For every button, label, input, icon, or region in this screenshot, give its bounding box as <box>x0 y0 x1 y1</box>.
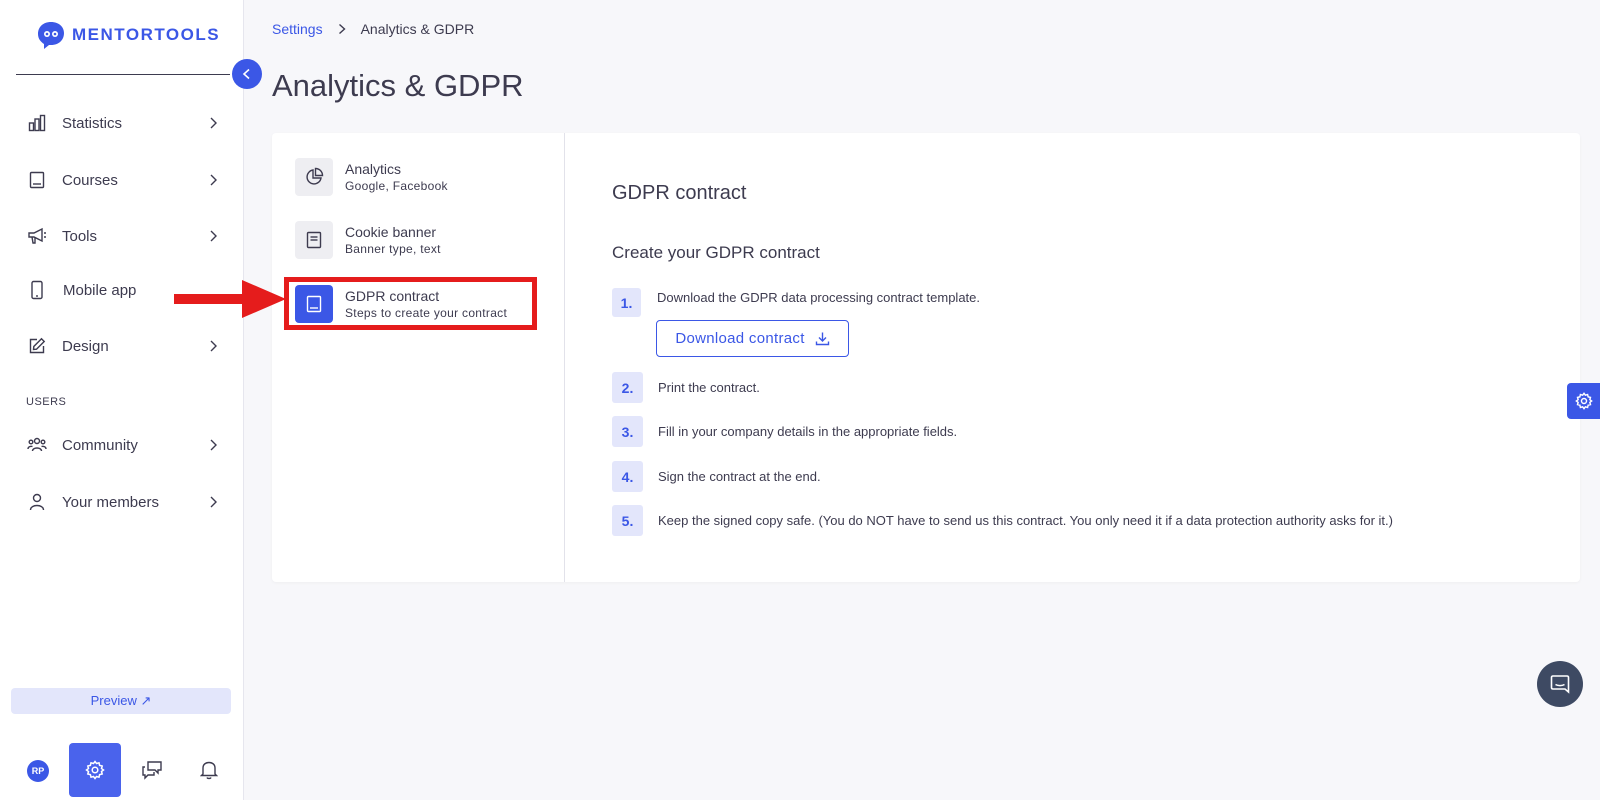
users-section-label: USERS <box>26 396 67 408</box>
sidebar-item-label: Community <box>62 436 138 454</box>
download-contract-button[interactable]: Download contract <box>656 320 849 357</box>
settings-menu <box>272 133 565 582</box>
step-item: 4. Sign the contract at the end. <box>612 461 821 492</box>
sidebar-item-courses[interactable]: Courses <box>26 165 220 195</box>
floating-settings-button[interactable] <box>1567 383 1600 419</box>
page-title: Analytics & GDPR <box>272 68 524 103</box>
sidebar-bottom-bar: RP <box>0 742 244 798</box>
pencil-edit-icon <box>26 335 48 357</box>
notifications-button[interactable] <box>197 758 221 782</box>
gear-icon <box>85 760 105 780</box>
mobile-icon <box>26 279 48 301</box>
breadcrumb-settings-link[interactable]: Settings <box>272 21 323 37</box>
step-item: 1. Download the GDPR data processing con… <box>612 288 980 317</box>
step-item: 2. Print the contract. <box>612 372 760 403</box>
megaphone-icon <box>26 225 48 247</box>
sidebar-item-community[interactable]: Community <box>26 430 220 460</box>
menu-item-title: Cookie banner <box>345 224 437 240</box>
sidebar-item-design[interactable]: Design <box>26 331 220 361</box>
user-icon <box>26 491 48 513</box>
step-number: 4. <box>612 461 643 492</box>
breadcrumb-current: Analytics & GDPR <box>360 21 475 37</box>
menu-item-cookie-banner[interactable]: Cookie banner Banner type, text <box>295 219 545 261</box>
step-text: Sign the contract at the end. <box>658 469 821 484</box>
chevron-right-icon <box>210 496 217 508</box>
download-icon <box>815 332 829 346</box>
logo-text: MENTORTOOLS <box>72 25 221 44</box>
step-number: 2. <box>612 372 643 403</box>
step-text: Download the GDPR data processing contra… <box>657 290 981 305</box>
community-icon <box>26 434 48 456</box>
document-icon <box>295 221 333 259</box>
chevron-right-icon <box>338 23 346 35</box>
chevron-right-icon <box>210 117 217 129</box>
sidebar-item-your-members[interactable]: Your members <box>26 487 220 517</box>
menu-item-title: Analytics <box>345 161 402 177</box>
sidebar-item-label: Design <box>62 337 109 355</box>
sidebar-item-statistics[interactable]: Statistics <box>26 108 220 138</box>
book-icon <box>26 169 48 191</box>
menu-item-title: GDPR contract <box>345 288 440 304</box>
step-number: 1. <box>612 288 641 317</box>
chat-launcher-button[interactable] <box>1537 661 1583 707</box>
step-item: 3. Fill in your company details in the a… <box>612 416 957 447</box>
settings-button[interactable] <box>69 743 121 797</box>
sidebar-item-label: Courses <box>62 171 118 189</box>
step-number: 3. <box>612 416 643 447</box>
menu-item-analytics[interactable]: Analytics Google, Facebook <box>295 156 545 198</box>
sidebar-item-tools[interactable]: Tools <box>26 221 220 251</box>
step-number: 5. <box>612 505 643 536</box>
step-text: Fill in your company details in the appr… <box>658 424 958 439</box>
bell-icon <box>200 761 218 780</box>
chat-bubbles-icon <box>142 761 162 780</box>
gdpr-title: GDPR contract <box>612 182 747 204</box>
sidebar: MENTORTOOLS Statistics Courses Tools Mob… <box>0 0 244 800</box>
collapse-sidebar-button[interactable] <box>232 59 262 89</box>
book-icon <box>295 285 333 323</box>
chevron-right-icon <box>210 174 217 186</box>
download-contract-label: Download contract <box>675 330 805 347</box>
step-item: 5. Keep the signed copy safe. (You do NO… <box>612 505 1393 536</box>
sidebar-item-label: Statistics <box>62 114 123 132</box>
menu-item-gdpr-contract[interactable]: GDPR contract Steps to create your contr… <box>295 283 545 325</box>
annotation-arrow-icon <box>174 280 286 318</box>
gdpr-subtitle: Create your GDPR contract <box>612 243 820 262</box>
gear-icon <box>1574 392 1593 410</box>
chat-icon <box>1550 675 1570 694</box>
menu-item-subtitle: Steps to create your contract <box>345 306 508 320</box>
menu-item-subtitle: Banner type, text <box>345 242 441 256</box>
divider <box>16 74 230 75</box>
chevron-left-icon <box>242 68 250 80</box>
messages-button[interactable] <box>140 758 164 782</box>
chevron-right-icon <box>210 340 217 352</box>
sidebar-item-label: Tools <box>62 227 98 245</box>
pie-chart-icon <box>295 158 333 196</box>
chevron-right-icon <box>210 439 217 451</box>
avatar[interactable]: RP <box>27 760 49 782</box>
breadcrumb: Settings Analytics & GDPR <box>272 21 474 37</box>
bar-chart-icon <box>26 112 48 134</box>
menu-item-subtitle: Google, Facebook <box>345 179 448 193</box>
preview-button[interactable]: Preview ↗ <box>11 688 231 714</box>
step-text: Print the contract. <box>658 380 760 395</box>
step-text: Keep the signed copy safe. (You do NOT h… <box>658 513 1393 528</box>
chevron-right-icon <box>210 230 217 242</box>
logo[interactable]: MENTORTOOLS <box>36 20 220 50</box>
mentortools-logo-icon <box>38 22 64 49</box>
sidebar-item-label: Your members <box>62 493 159 511</box>
